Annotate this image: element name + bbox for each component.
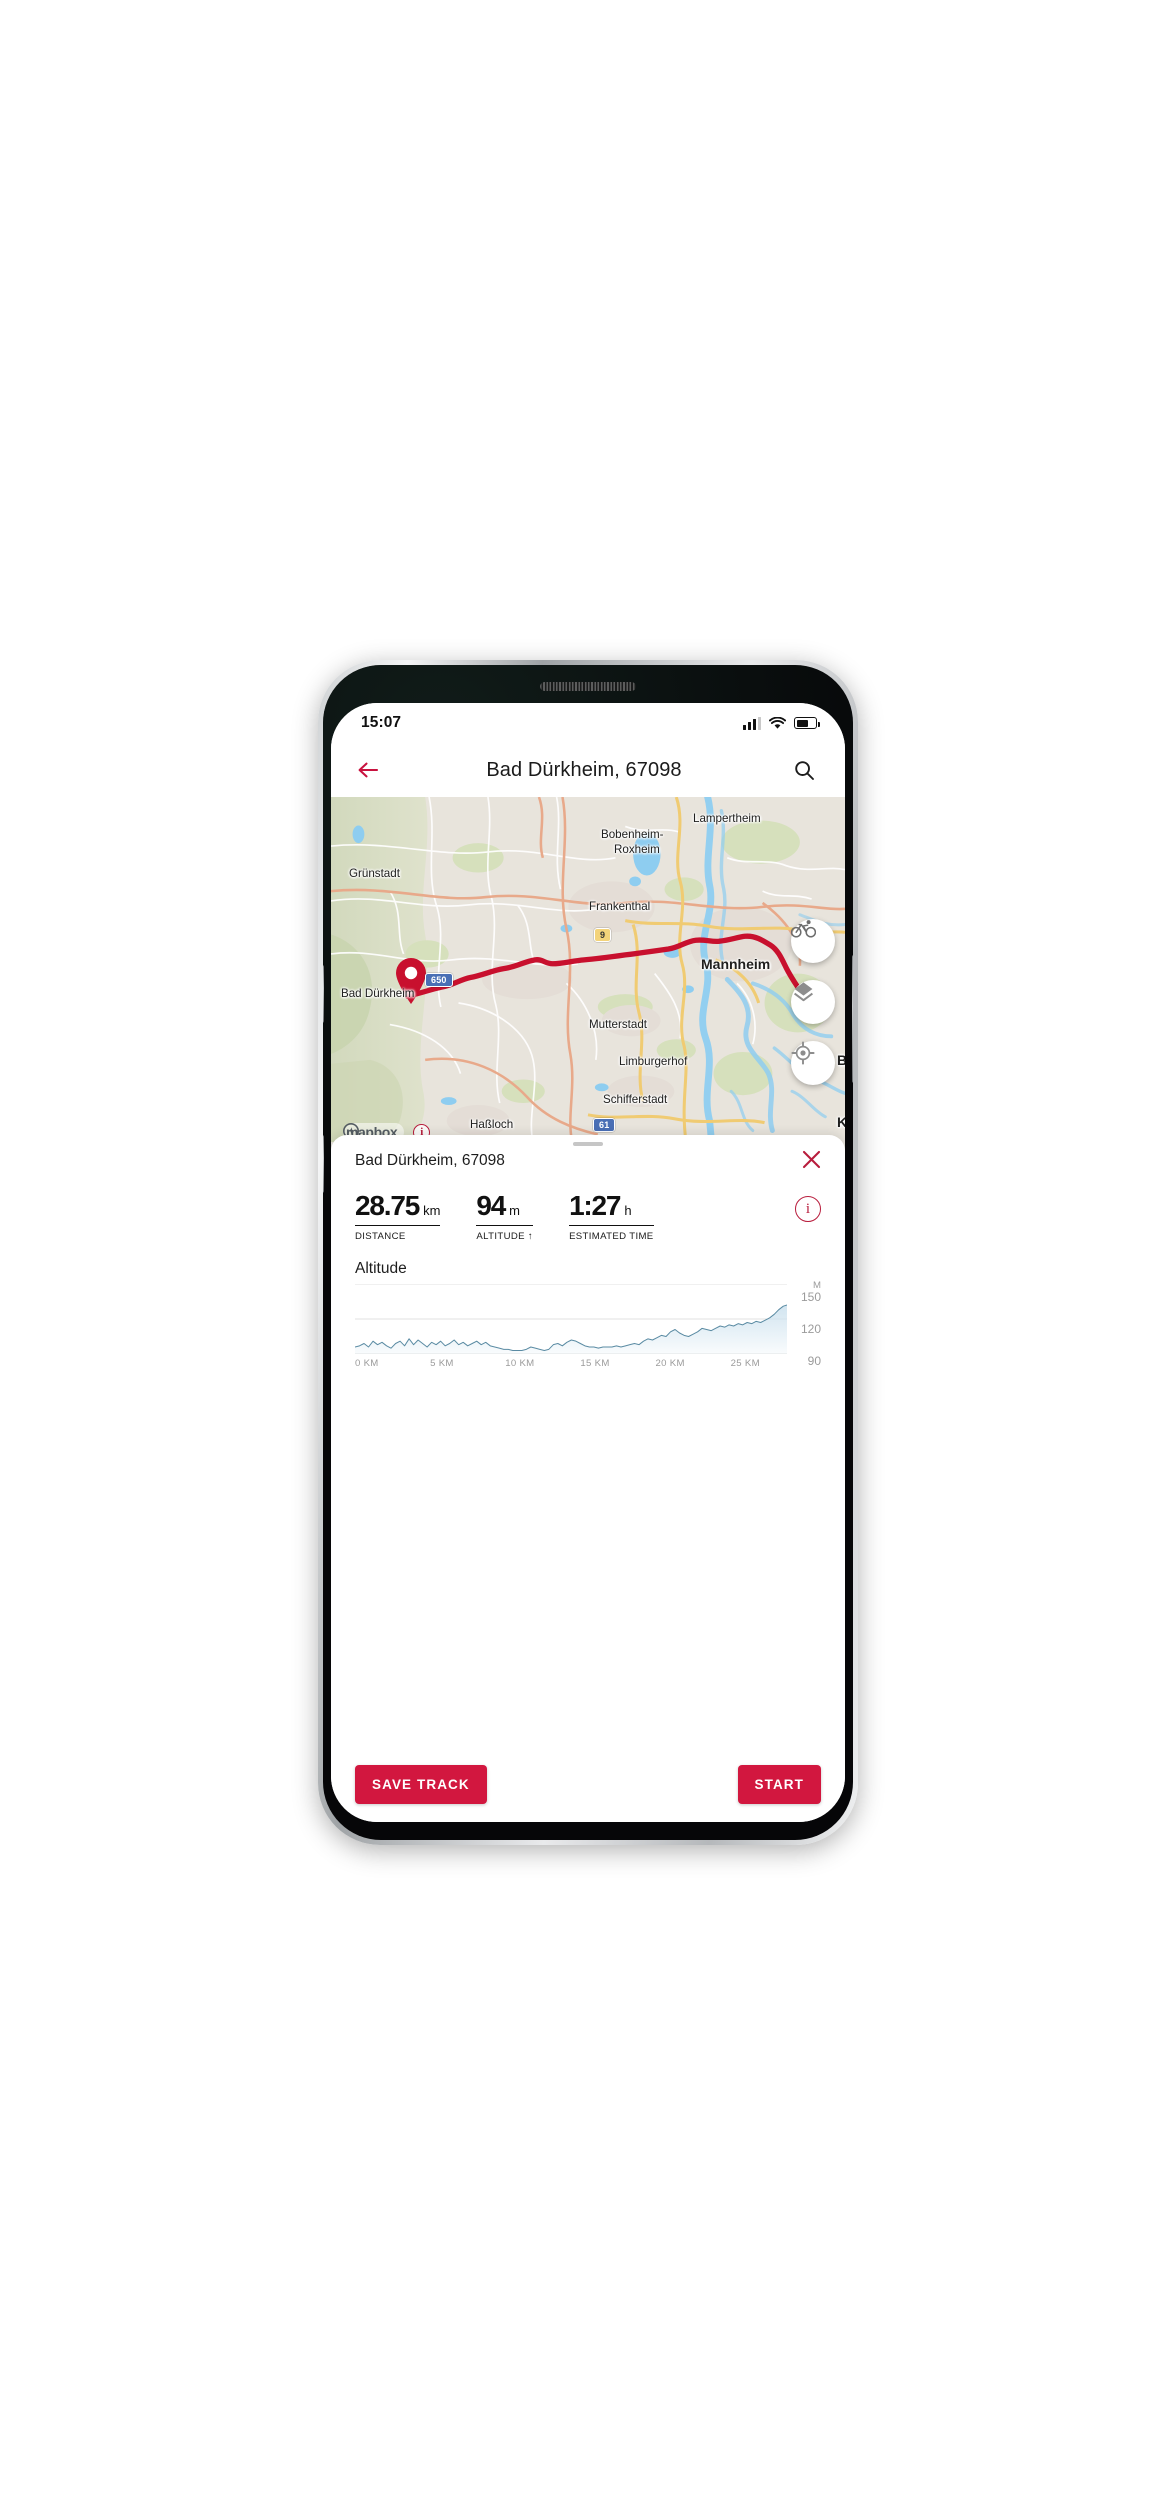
map-layers-button[interactable] (791, 980, 835, 1024)
info-circle-icon[interactable]: i (795, 1196, 821, 1222)
chart-x-tick: 20 KM (655, 1358, 685, 1370)
stat-unit: m (509, 1203, 521, 1218)
page-title: Bad Dürkheim, 67098 (486, 758, 682, 781)
stat-value: 28.75 (355, 1190, 420, 1221)
stat-divider (476, 1225, 534, 1227)
stat-label: DISTANCE (355, 1231, 406, 1243)
chart-x-tick: 5 KM (430, 1358, 454, 1370)
chart-plot-area: Altitude 0 KM 5 KM 10 KM 15 KM 20 KM 25 KM (355, 1260, 787, 1372)
map-view[interactable]: Lampertheim Bobenheim- Roxheim Grünstadt… (331, 797, 845, 1149)
search-icon[interactable] (785, 751, 823, 789)
power-button[interactable] (852, 955, 853, 1083)
chart-x-tick: 15 KM (580, 1358, 610, 1370)
stat-value: 1:27 (569, 1190, 621, 1221)
stat-label: ALTITUDE ↑ (476, 1231, 534, 1243)
locate-me-button[interactable] (791, 1041, 835, 1085)
volume-down-button[interactable] (323, 1135, 324, 1193)
earpiece-speaker (540, 682, 636, 691)
phone-device-frame: 15:07 Bad Dürkheim, 67098 Lampertheim Bo… (318, 660, 858, 1845)
stat-distance: 28.75 km DISTANCE (355, 1190, 441, 1243)
bike-mode-button[interactable] (791, 919, 835, 963)
app-bar: Bad Dürkheim, 67098 (331, 743, 845, 797)
road-shield: 650 (425, 973, 453, 987)
stat-altitude: 94 m ALTITUDE ↑ (476, 1190, 534, 1243)
stat-divider (569, 1225, 654, 1227)
screenshot-canvas: 15:07 Bad Dürkheim, 67098 Lampertheim Bo… (0, 0, 1176, 2500)
chart-x-axis: 0 KM 5 KM 10 KM 15 KM 20 KM 25 KM (355, 1358, 787, 1372)
chart-x-tick: 25 KM (730, 1358, 760, 1370)
drag-handle[interactable] (573, 1142, 603, 1146)
status-time: 15:07 (361, 714, 402, 731)
wifi-icon (769, 716, 786, 729)
route-stats: 28.75 km DISTANCE 94 m ALTITUDE ↑ 1:27 h… (355, 1190, 821, 1242)
stat-value: 94 (476, 1190, 506, 1221)
status-icons (743, 716, 820, 730)
phone-screen: 15:07 Bad Dürkheim, 67098 Lampertheim Bo… (331, 703, 845, 1822)
altitude-chart: Altitude 0 KM 5 KM 10 KM 15 KM 20 KM 25 KM M … (355, 1260, 821, 1372)
route-detail-sheet: Bad Dürkheim, 67098 28.75 km DISTANCE 94… (331, 1135, 845, 1822)
chart-y-tick: 90 (807, 1354, 821, 1369)
stat-unit: km (423, 1203, 441, 1218)
stat-label: ESTIMATED TIME (569, 1231, 654, 1243)
bicycle-icon (791, 920, 816, 938)
status-bar: 15:07 (331, 703, 845, 743)
close-icon[interactable] (802, 1150, 821, 1174)
stat-estimated-time: 1:27 h ESTIMATED TIME (569, 1190, 654, 1242)
stat-unit: h (624, 1203, 632, 1218)
sheet-header: Bad Dürkheim, 67098 (355, 1135, 821, 1174)
start-button[interactable]: START (737, 1765, 821, 1804)
sheet-title: Bad Dürkheim, 67098 (355, 1152, 505, 1169)
map-pin-marker (396, 958, 426, 1004)
volume-up-button[interactable] (323, 965, 324, 1023)
signal-bars-icon (743, 716, 761, 730)
save-track-button[interactable]: SAVE TRACK (355, 1765, 487, 1804)
layers-icon (794, 982, 813, 1002)
road-shield: 61 (593, 1118, 616, 1132)
chart-y-tick: 120 (800, 1322, 821, 1337)
chart-title: Altitude (355, 1260, 407, 1278)
chart-y-tick: 150 (800, 1290, 821, 1305)
chart-y-axis: M 150 120 90 (787, 1260, 821, 1372)
crosshair-icon (791, 1041, 815, 1065)
battery-icon (794, 717, 820, 729)
chart-x-tick: 0 KM (355, 1358, 379, 1370)
road-shield: 9 (594, 928, 612, 942)
altitude-profile (355, 1284, 787, 1355)
chart-x-tick: 10 KM (505, 1358, 535, 1370)
back-arrow-icon[interactable] (349, 751, 387, 789)
stat-divider (355, 1225, 441, 1227)
sheet-actions: SAVE TRACK START (355, 1765, 821, 1822)
phone-bezel: 15:07 Bad Dürkheim, 67098 Lampertheim Bo… (323, 665, 853, 1840)
